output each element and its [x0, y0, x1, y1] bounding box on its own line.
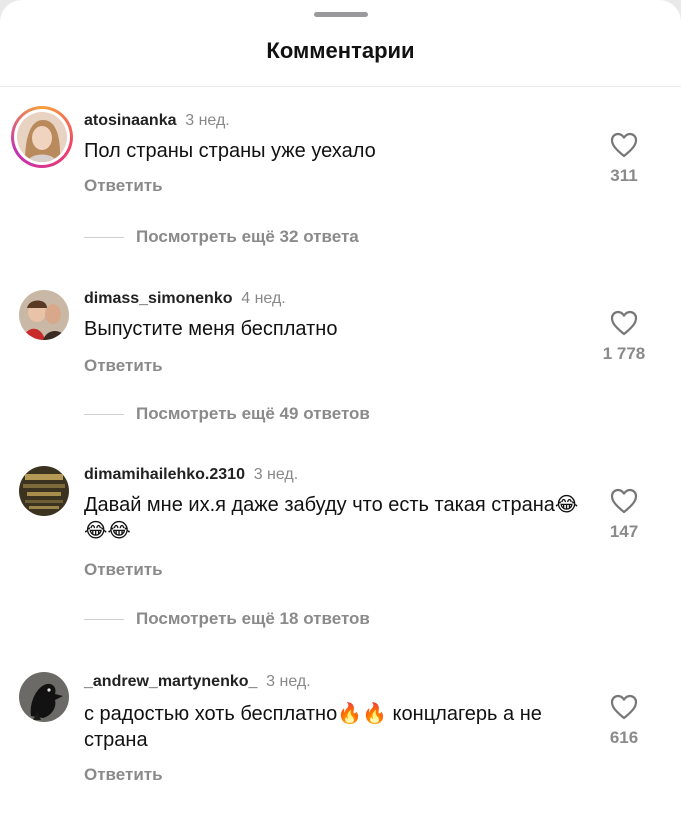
heart-outline-icon[interactable] [610, 132, 638, 158]
heart-outline-icon[interactable] [610, 488, 638, 514]
replies-line [84, 414, 124, 416]
comment-time: 3 нед. [185, 112, 230, 129]
like-group: 1 778 [589, 310, 659, 364]
replies-line [84, 237, 124, 239]
comment-username[interactable]: _andrew_martynenko_ [84, 673, 257, 690]
comment-text: с радостью хоть бесплатно🔥🔥 концлагерь а… [84, 703, 542, 751]
heart-outline-icon[interactable] [610, 310, 638, 336]
replies-line [84, 619, 124, 621]
like-group: 616 [589, 694, 659, 748]
heart-outline-icon[interactable] [610, 694, 638, 720]
sheet-grabber[interactable] [314, 12, 368, 17]
view-replies-button[interactable]: Посмотреть ещё 32 ответа [84, 227, 359, 247]
like-count: 1 778 [602, 344, 646, 363]
like-count: 147 [609, 522, 639, 541]
comment-username[interactable]: atosinaanka [84, 112, 176, 129]
like-count: 311 [610, 166, 638, 185]
comment-text: Давай мне их.я даже забуду что есть така… [84, 494, 579, 542]
comment-text: Выпустите меня бесплатно [84, 318, 338, 340]
avatar[interactable] [19, 466, 69, 516]
comment-username[interactable]: dimass_simonenko [84, 290, 233, 307]
view-replies-label: Посмотреть ещё 32 ответа [136, 227, 359, 246]
comment-time: 3 нед. [253, 466, 299, 483]
comment-username[interactable]: dimamihailehko.2310 [84, 466, 245, 483]
like-count: 616 [609, 728, 639, 747]
like-group: 311 [589, 132, 659, 186]
view-replies-label: Посмотреть ещё 49 ответов [136, 404, 370, 423]
avatar-story-ring[interactable] [11, 106, 73, 168]
page-title: Комментарии [266, 38, 415, 63]
reply-button[interactable]: Ответить [84, 765, 163, 785]
header-divider [0, 86, 681, 87]
avatar [17, 112, 67, 162]
comment-time: 3 нед. [266, 673, 311, 690]
view-replies-button[interactable]: Посмотреть ещё 18 ответов [84, 609, 370, 629]
reply-button[interactable]: Ответить [84, 560, 163, 580]
avatar[interactable] [19, 290, 69, 340]
view-replies-button[interactable]: Посмотреть ещё 49 ответов [84, 404, 370, 424]
avatar[interactable] [19, 672, 69, 722]
view-replies-label: Посмотреть ещё 18 ответов [136, 609, 370, 628]
reply-button[interactable]: Ответить [84, 356, 163, 376]
like-group: 147 [589, 488, 659, 542]
comments-sheet: Комментарии atosinaanka 3 нед. Пол стран… [0, 0, 681, 820]
comment-time: 4 нед. [241, 290, 286, 307]
reply-button[interactable]: Ответить [84, 176, 163, 196]
comment-text: Пол страны страны уже уехало [84, 140, 376, 162]
